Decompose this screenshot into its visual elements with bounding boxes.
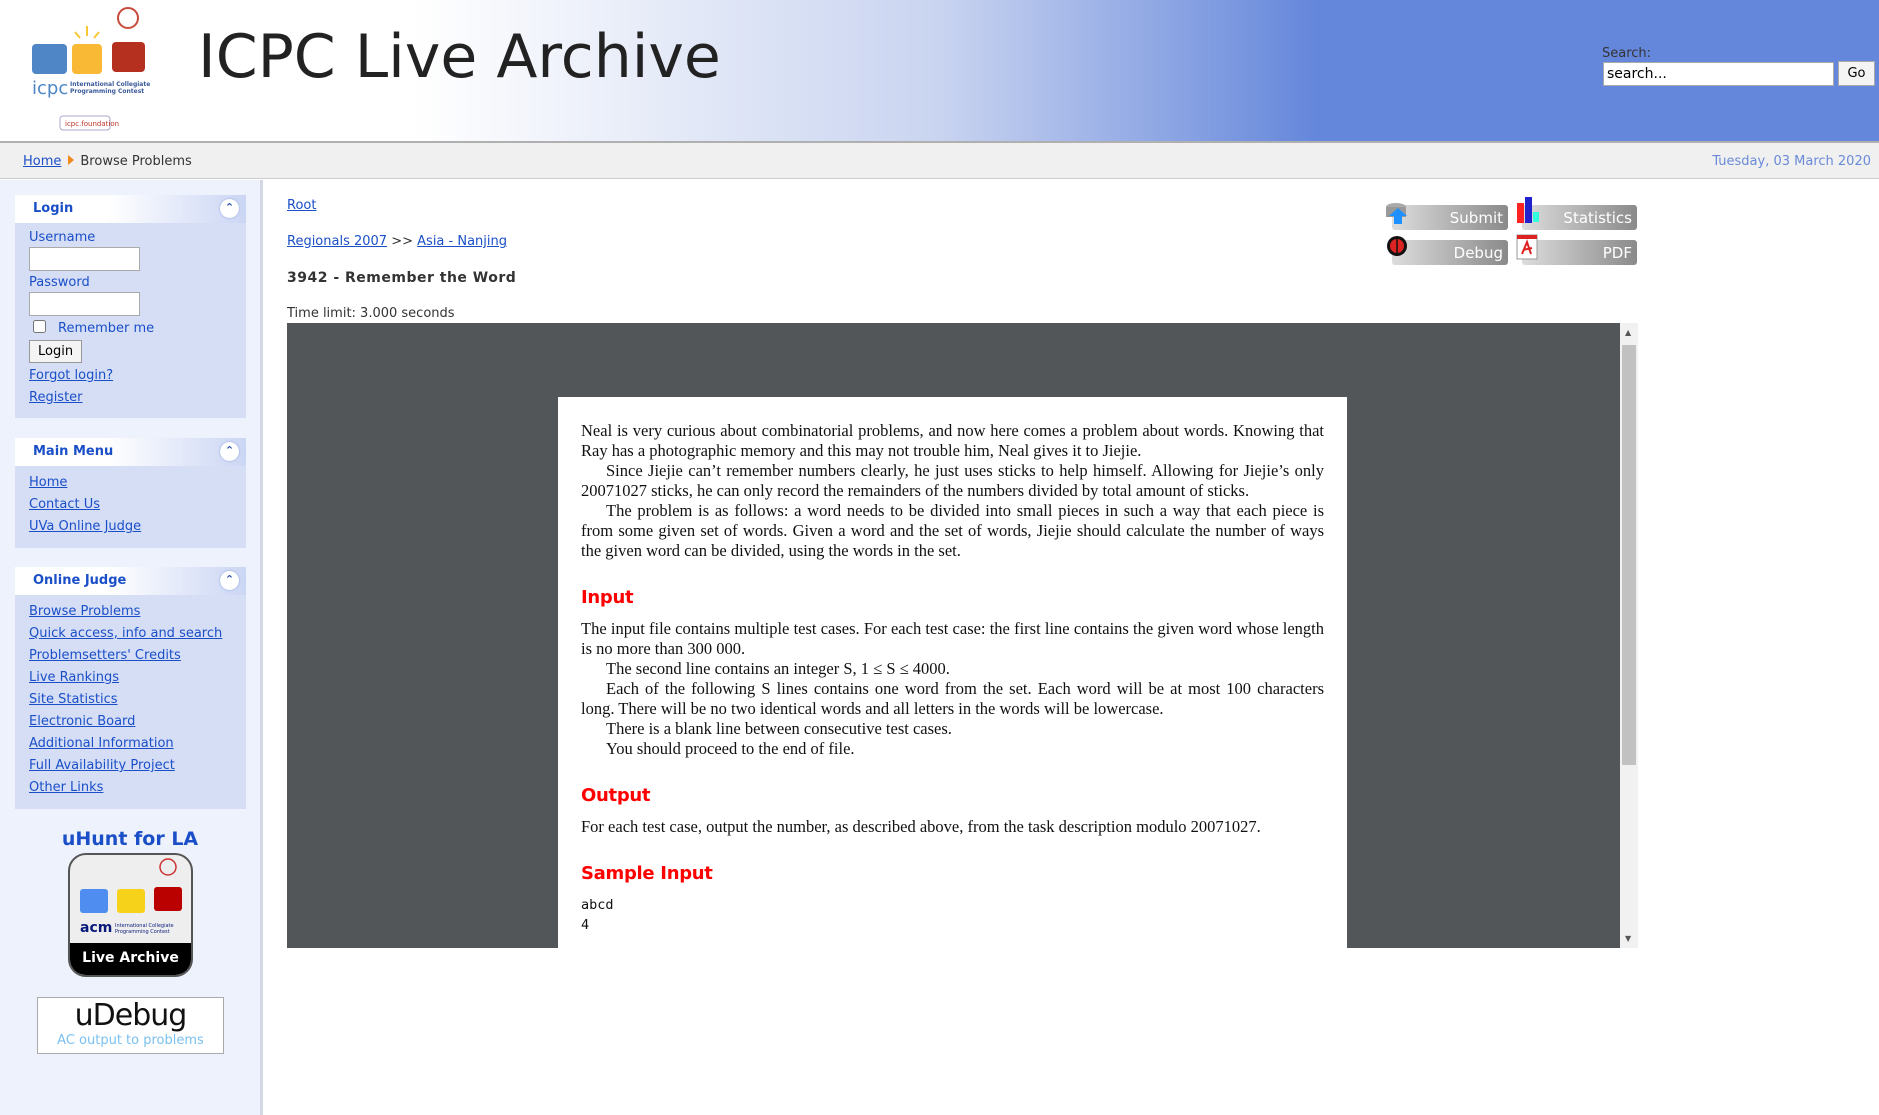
collapse-icon[interactable]: ⌃ <box>220 571 239 590</box>
live-archive-label: Live Archive <box>70 943 191 975</box>
icpc-logo[interactable]: icpc International Collegiate Programmin… <box>30 4 180 132</box>
debug-label: Debug <box>1453 244 1503 262</box>
problem-path: Regionals 2007 >> Asia - Nanjing <box>287 234 507 249</box>
oj-full-availability-link[interactable]: Full Availability Project <box>29 755 232 777</box>
oj-credits-link[interactable]: Problemsetters' Credits <box>29 645 232 667</box>
svg-text:International Collegiate: International Collegiate <box>70 81 150 88</box>
username-label: Username <box>29 230 96 245</box>
menu-uva-link[interactable]: UVa Online Judge <box>29 516 232 538</box>
upload-icon <box>1386 203 1407 224</box>
remember-me-label: Remember me <box>58 321 155 336</box>
intro-paragraph: Since Jiejie can’t remember numbers clea… <box>581 461 1324 500</box>
svg-text:icpc.foundation: icpc.foundation <box>65 120 119 128</box>
problem-title: 3942 - Remember the Word <box>287 270 517 286</box>
go-button[interactable]: Go <box>1838 61 1875 86</box>
icpc-logo: acm International Collegiate Programming… <box>80 858 182 936</box>
password-input[interactable] <box>29 292 140 316</box>
udebug-banner[interactable]: uDebug AC output to problems <box>37 997 224 1054</box>
scroll-down-icon[interactable]: ▼ <box>1625 934 1631 943</box>
svg-text:Programming Contest: Programming Contest <box>70 88 144 95</box>
collapse-icon[interactable]: ⌃ <box>220 199 239 218</box>
main-menu-module: Main Menu ⌃ Home Contact Us UVa Online Ju… <box>15 438 246 548</box>
oj-electronic-board-link[interactable]: Electronic Board <box>29 711 232 733</box>
udebug-logo: uDebug <box>74 998 188 1033</box>
submit-label: Submit <box>1449 209 1503 227</box>
svg-text:icpc: icpc <box>32 78 68 99</box>
sample-input-line: 4 <box>581 917 590 933</box>
vertical-scrollbar[interactable]: ▲ ▼ <box>1620 323 1638 948</box>
search-label: Search: <box>1602 46 1652 61</box>
intro-paragraph: The problem is as follows: a word needs … <box>581 501 1324 560</box>
login-button[interactable]: Login <box>29 340 83 363</box>
svg-text:acm: acm <box>80 920 112 936</box>
password-label: Password <box>29 275 90 290</box>
category-link[interactable]: Regionals 2007 <box>287 234 387 249</box>
svg-text:Programming Contest: Programming Contest <box>115 929 170 935</box>
username-input[interactable] <box>29 247 140 271</box>
online-judge-title: Online Judge <box>33 573 127 588</box>
pdf-icon <box>1516 234 1538 260</box>
bar-chart-icon <box>1517 197 1539 223</box>
oj-live-rankings-link[interactable]: Live Rankings <box>29 667 232 689</box>
login-module: Login ⌃ Username Password Remember me Log… <box>15 195 246 418</box>
breadcrumb-home-link[interactable]: Home <box>23 154 61 169</box>
remember-me-checkbox[interactable] <box>33 320 46 333</box>
site-header: icpc International Collegiate Programmin… <box>0 0 1879 141</box>
current-date: Tuesday, 03 March 2020 <box>1712 154 1871 169</box>
login-title: Login <box>33 201 74 216</box>
breadcrumb-bar: Home Browse Problems Tuesday, 03 March 20… <box>0 141 1879 179</box>
output-heading: Output <box>581 785 651 806</box>
intro-paragraph: Neal is very curious about combinatorial… <box>581 421 1324 460</box>
pdf-label: PDF <box>1602 244 1632 262</box>
sample-input-line: abcd <box>581 897 614 913</box>
site-title: ICPC Live Archive <box>198 22 721 92</box>
search-input[interactable] <box>1603 62 1834 86</box>
oj-other-links-link[interactable]: Other Links <box>29 777 232 799</box>
breadcrumb-current: Browse Problems <box>80 154 192 169</box>
register-link[interactable]: Register <box>29 387 232 409</box>
oj-site-statistics-link[interactable]: Site Statistics <box>29 689 232 711</box>
menu-contact-link[interactable]: Contact Us <box>29 494 232 516</box>
region-link[interactable]: Asia - Nanjing <box>417 234 507 249</box>
input-heading: Input <box>581 587 634 608</box>
input-paragraph: There is a blank line between consecutiv… <box>606 719 952 738</box>
arrow-right-icon <box>68 155 75 165</box>
statistics-label: Statistics <box>1563 209 1632 227</box>
uhunt-live-archive-badge[interactable]: acm International Collegiate Programming… <box>68 853 193 977</box>
time-limit: Time limit: 3.000 seconds <box>287 306 455 321</box>
input-paragraph: Each of the following S lines contains o… <box>581 679 1324 718</box>
uhunt-title: uHunt for LA <box>61 828 199 850</box>
input-paragraph: The second line contains an integer S, 1… <box>606 659 950 678</box>
path-separator: >> <box>391 234 414 249</box>
breadcrumb: Home Browse Problems <box>23 154 192 169</box>
input-paragraph: The input file contains multiple test ca… <box>581 619 1324 658</box>
oj-browse-problems-link[interactable]: Browse Problems <box>29 601 232 623</box>
scroll-up-icon[interactable]: ▲ <box>1625 328 1631 337</box>
udebug-subtitle: AC output to problems <box>57 1033 204 1048</box>
pdf-page: Neal is very curious about combinatorial… <box>558 397 1347 948</box>
pdf-viewer[interactable]: Neal is very curious about combinatorial… <box>287 323 1638 948</box>
oj-quick-access-link[interactable]: Quick access, info and search <box>29 623 232 645</box>
collapse-icon[interactable]: ⌃ <box>220 442 239 461</box>
ladybug-icon <box>1387 236 1407 256</box>
input-paragraph: You should proceed to the end of file. <box>606 739 855 758</box>
online-judge-module: Online Judge ⌃ Browse Problems Quick acce… <box>15 567 246 809</box>
output-paragraph: For each test case, output the number, a… <box>581 817 1261 836</box>
oj-additional-info-link[interactable]: Additional Information <box>29 733 232 755</box>
sample-input-heading: Sample Input <box>581 863 713 884</box>
main-menu-title: Main Menu <box>33 444 114 459</box>
menu-home-link[interactable]: Home <box>29 472 232 494</box>
scrollbar-thumb[interactable] <box>1622 345 1636 765</box>
forgot-login-link[interactable]: Forgot login? <box>29 365 232 387</box>
root-link[interactable]: Root <box>287 198 316 213</box>
